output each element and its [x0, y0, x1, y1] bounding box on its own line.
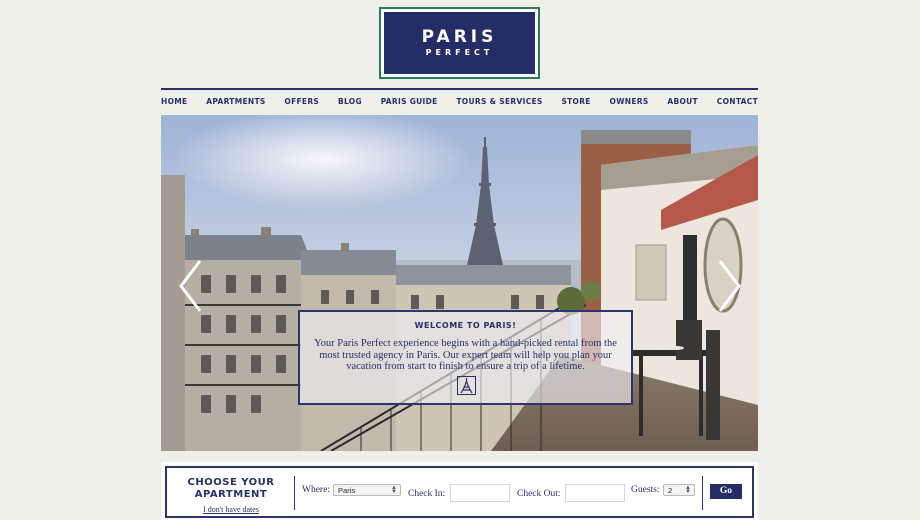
choose-title-line2: APARTMENT	[194, 489, 268, 500]
go-button[interactable]: Go	[710, 484, 742, 499]
nav-store[interactable]: STORE	[561, 97, 590, 106]
checkout-input[interactable]	[565, 484, 625, 502]
select-caret-icon: ▲ ▼	[685, 485, 691, 495]
checkout-label: Check Out:	[517, 489, 561, 499]
search-divider-right	[702, 476, 703, 510]
search-divider-left	[294, 476, 295, 510]
choose-apartment-block: CHOOSE YOUR APARTMENT I don't have dates	[167, 468, 295, 516]
where-label: Where:	[302, 485, 330, 495]
search-form: CHOOSE YOUR APARTMENT I don't have dates…	[165, 466, 754, 518]
logo-badge: PARIS PERFECT	[384, 12, 535, 74]
guests-select-value: 2	[668, 486, 673, 495]
checkin-input[interactable]	[450, 484, 510, 502]
nav-blog[interactable]: BLOG	[338, 97, 362, 106]
checkin-label: Check In:	[408, 489, 446, 499]
nav-home[interactable]: HOME	[161, 97, 187, 106]
where-select-value: Paris	[338, 486, 356, 495]
main-nav: HOME APARTMENTS OFFERS BLOG PARIS GUIDE …	[161, 90, 758, 113]
no-dates-link[interactable]: I don't have dates	[167, 505, 295, 514]
carousel-prev-button[interactable]	[176, 258, 206, 314]
search-panel: CHOOSE YOUR APARTMENT I don't have dates…	[161, 462, 758, 520]
welcome-title: WELCOME TO PARIS!	[414, 321, 517, 330]
select-caret-icon: ▲ ▼	[391, 485, 397, 495]
logo-subtitle: PERFECT	[425, 48, 494, 57]
nav-contact[interactable]: CONTACT	[717, 97, 758, 106]
welcome-box: WELCOME TO PARIS! Your Paris Perfect exp…	[298, 310, 633, 405]
carousel-next-button[interactable]	[714, 258, 744, 314]
welcome-text: Your Paris Perfect experience begins wit…	[314, 338, 617, 372]
nav-offers[interactable]: OFFERS	[284, 97, 319, 106]
nav-paris-guide[interactable]: PARIS GUIDE	[381, 97, 438, 106]
nav-apartments[interactable]: APARTMENTS	[206, 97, 265, 106]
eiffel-tower-icon	[457, 376, 476, 395]
nav-owners[interactable]: OWNERS	[610, 97, 649, 106]
nav-tours-services[interactable]: TOURS & SERVICES	[456, 97, 542, 106]
where-select[interactable]: Paris ▲ ▼	[333, 484, 401, 496]
guests-select[interactable]: 2 ▲ ▼	[663, 484, 695, 496]
chevron-right-icon	[718, 260, 741, 312]
site-logo[interactable]: PARIS PERFECT	[379, 7, 540, 79]
logo-title: PARIS	[421, 27, 498, 47]
guests-label: Guests:	[631, 485, 660, 495]
chevron-left-icon	[179, 260, 202, 312]
choose-title-line1: CHOOSE YOUR	[187, 477, 275, 488]
nav-about[interactable]: ABOUT	[667, 97, 698, 106]
